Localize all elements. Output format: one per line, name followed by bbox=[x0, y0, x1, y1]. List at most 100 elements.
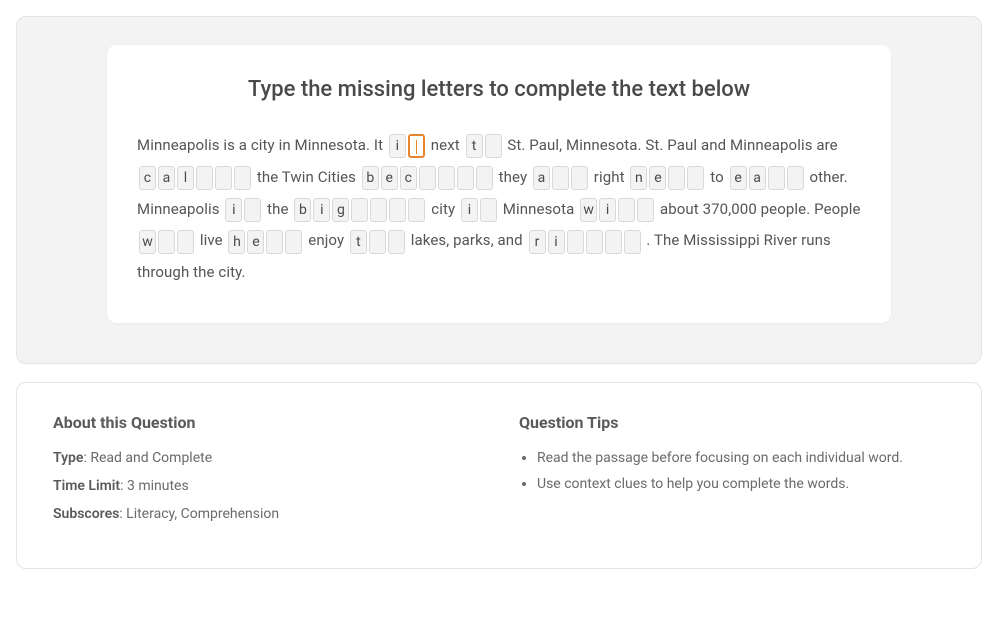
letter-cell[interactable]: c bbox=[400, 166, 417, 190]
letter-cell[interactable]: e bbox=[381, 166, 398, 190]
letter-cell[interactable] bbox=[369, 230, 386, 254]
letter-cell[interactable] bbox=[244, 198, 261, 222]
letter-cell[interactable] bbox=[285, 230, 302, 254]
letter-cell[interactable]: n bbox=[630, 166, 647, 190]
letter-cell[interactable] bbox=[768, 166, 785, 190]
passage-text: next bbox=[427, 136, 464, 154]
letter-cell[interactable] bbox=[177, 230, 194, 254]
fill-word[interactable]: he bbox=[227, 226, 303, 258]
letter-cell[interactable]: i bbox=[461, 198, 478, 222]
letter-cell[interactable] bbox=[787, 166, 804, 190]
tips-title: Question Tips bbox=[519, 413, 945, 432]
meta-time: Time Limit: 3 minutes bbox=[53, 478, 479, 494]
passage-text: the Twin Cities bbox=[253, 168, 360, 186]
letter-cell[interactable]: i bbox=[313, 198, 330, 222]
passage-text: they bbox=[495, 168, 531, 186]
letter-cell[interactable]: b bbox=[362, 166, 379, 190]
letter-cell[interactable] bbox=[389, 198, 406, 222]
letter-cell[interactable]: h bbox=[228, 230, 245, 254]
letter-cell[interactable] bbox=[485, 134, 502, 158]
letter-cell[interactable]: t bbox=[466, 134, 483, 158]
meta-subscores: Subscores: Literacy, Comprehension bbox=[53, 506, 479, 522]
fill-word[interactable]: ea bbox=[729, 162, 805, 194]
letter-cell[interactable]: t bbox=[350, 230, 367, 254]
fill-word[interactable]: t bbox=[349, 226, 406, 258]
letter-cell[interactable]: c bbox=[139, 166, 156, 190]
letter-cell[interactable]: i bbox=[548, 230, 565, 254]
letter-cell[interactable]: b bbox=[294, 198, 311, 222]
tip-item: Use context clues to help you complete t… bbox=[537, 476, 945, 492]
letter-cell[interactable]: i bbox=[389, 134, 406, 158]
letter-cell[interactable] bbox=[370, 198, 387, 222]
letter-cell[interactable] bbox=[624, 230, 641, 254]
letter-cell[interactable] bbox=[158, 230, 175, 254]
letter-cell[interactable] bbox=[571, 166, 588, 190]
letter-cell[interactable]: a bbox=[533, 166, 550, 190]
meta-type: Type: Read and Complete bbox=[53, 450, 479, 466]
letter-cell[interactable]: w bbox=[139, 230, 156, 254]
letter-cell[interactable]: a bbox=[158, 166, 175, 190]
exercise-panel: Type the missing letters to complete the… bbox=[16, 16, 982, 364]
letter-cell[interactable] bbox=[552, 166, 569, 190]
meta-subscores-label: Subscores bbox=[53, 506, 119, 522]
fill-word[interactable]: w bbox=[138, 226, 195, 258]
fill-word[interactable]: a bbox=[532, 162, 589, 194]
letter-cell[interactable]: i bbox=[599, 198, 616, 222]
letter-cell[interactable] bbox=[408, 198, 425, 222]
meta-time-value: : 3 minutes bbox=[120, 478, 189, 494]
exercise-instruction: Type the missing letters to complete the… bbox=[137, 77, 861, 102]
passage-text: right bbox=[590, 168, 628, 186]
letter-cell[interactable]: l bbox=[177, 166, 194, 190]
letter-cell[interactable] bbox=[687, 166, 704, 190]
letter-cell[interactable]: g bbox=[332, 198, 349, 222]
letter-cell[interactable] bbox=[351, 198, 368, 222]
fill-word[interactable]: ne bbox=[629, 162, 705, 194]
fill-word[interactable]: cal bbox=[138, 162, 252, 194]
letter-cell[interactable] bbox=[605, 230, 622, 254]
letter-cell[interactable] bbox=[567, 230, 584, 254]
exercise-card: Type the missing letters to complete the… bbox=[107, 45, 891, 323]
fill-word[interactable]: wi bbox=[579, 194, 655, 226]
letter-cell-active[interactable] bbox=[408, 134, 425, 158]
letter-cell[interactable] bbox=[196, 166, 213, 190]
passage-text: Minneapolis is a city in Minnesota. It bbox=[137, 136, 387, 154]
fill-word[interactable]: ri bbox=[528, 226, 642, 258]
letter-cell[interactable]: e bbox=[247, 230, 264, 254]
letter-cell[interactable]: r bbox=[529, 230, 546, 254]
letter-cell[interactable]: e bbox=[730, 166, 747, 190]
letter-cell[interactable] bbox=[266, 230, 283, 254]
meta-type-value: : Read and Complete bbox=[83, 450, 212, 466]
letter-cell[interactable]: w bbox=[580, 198, 597, 222]
passage-text: about 370,000 people. People bbox=[656, 200, 860, 218]
passage-text: lakes, parks, and bbox=[407, 231, 527, 249]
fill-word[interactable]: i bbox=[388, 130, 426, 162]
fill-word[interactable]: big bbox=[293, 194, 426, 226]
passage-text: live bbox=[196, 231, 226, 249]
letter-cell[interactable] bbox=[618, 198, 635, 222]
fill-word[interactable]: i bbox=[224, 194, 262, 226]
letter-cell[interactable]: i bbox=[225, 198, 242, 222]
letter-cell[interactable] bbox=[480, 198, 497, 222]
letter-cell[interactable] bbox=[457, 166, 474, 190]
fill-word[interactable]: i bbox=[460, 194, 498, 226]
about-title: About this Question bbox=[53, 413, 479, 432]
passage-text: St. Paul, Minnesota. St. Paul and Minnea… bbox=[504, 136, 838, 154]
tip-item: Read the passage before focusing on each… bbox=[537, 450, 945, 466]
letter-cell[interactable] bbox=[388, 230, 405, 254]
passage-text: to bbox=[706, 168, 727, 186]
letter-cell[interactable] bbox=[668, 166, 685, 190]
info-panel: About this Question Type: Read and Compl… bbox=[16, 382, 982, 569]
fill-word[interactable]: t bbox=[465, 130, 503, 162]
letter-cell[interactable] bbox=[234, 166, 251, 190]
letter-cell[interactable] bbox=[438, 166, 455, 190]
letter-cell[interactable] bbox=[476, 166, 493, 190]
fill-word[interactable]: bec bbox=[361, 162, 494, 194]
passage-text: Minnesota bbox=[499, 200, 578, 218]
letter-cell[interactable] bbox=[637, 198, 654, 222]
letter-cell[interactable] bbox=[586, 230, 603, 254]
tips-list: Read the passage before focusing on each… bbox=[519, 450, 945, 492]
letter-cell[interactable] bbox=[215, 166, 232, 190]
letter-cell[interactable]: a bbox=[749, 166, 766, 190]
letter-cell[interactable] bbox=[419, 166, 436, 190]
letter-cell[interactable]: e bbox=[649, 166, 666, 190]
